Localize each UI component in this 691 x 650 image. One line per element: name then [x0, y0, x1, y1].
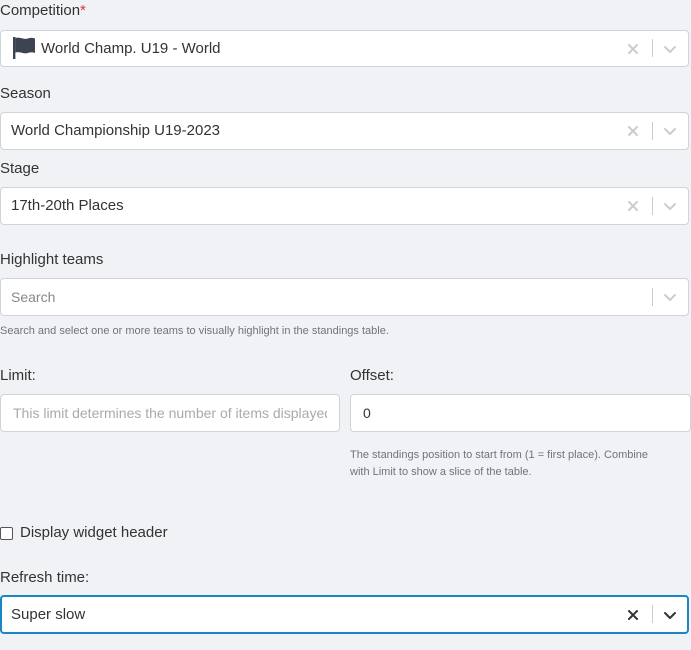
chevron-down-icon[interactable]: [658, 597, 682, 632]
divider: [652, 122, 653, 140]
highlight-teams-placeholder[interactable]: Search: [11, 279, 55, 315]
highlight-teams-select[interactable]: Search: [0, 278, 689, 316]
display-header-checkbox[interactable]: [0, 527, 13, 540]
offset-help: The standings position to start from (1 …: [350, 447, 648, 481]
competition-value: World Champ. U19 - World: [41, 40, 221, 57]
highlight-teams-help: Search and select one or more teams to v…: [0, 325, 389, 337]
display-header-label[interactable]: Display widget header: [20, 524, 168, 542]
chevron-down-icon[interactable]: [658, 31, 682, 66]
flag-icon: [12, 36, 36, 65]
season-label: Season: [0, 85, 51, 102]
stage-label: Stage: [0, 160, 40, 177]
competition-select[interactable]: World Champ. U19 - World: [0, 30, 689, 67]
chevron-down-icon[interactable]: [658, 279, 682, 315]
divider: [652, 288, 653, 306]
close-icon[interactable]: [621, 188, 645, 224]
competition-label: Competition*: [0, 2, 86, 19]
highlight-teams-label: Highlight teams: [0, 251, 104, 268]
stage-select[interactable]: 17th-20th Places: [0, 187, 689, 225]
stage-value: 17th-20th Places: [11, 197, 124, 214]
close-icon[interactable]: [621, 597, 645, 632]
season-value: World Championship U19-2023: [11, 122, 221, 139]
refresh-time-label: Refresh time:: [0, 569, 90, 586]
offset-label: Offset:: [350, 367, 394, 384]
chevron-down-icon[interactable]: [658, 188, 682, 224]
required-marker: *: [80, 2, 86, 19]
offset-help-line2: with Limit to show a slice of the table.: [350, 466, 532, 478]
divider: [652, 197, 653, 215]
limit-label: Limit:: [0, 367, 36, 384]
offset-help-line1: The standings position to start from (1 …: [350, 449, 649, 461]
chevron-down-icon[interactable]: [658, 113, 682, 149]
divider: [652, 605, 653, 623]
close-icon[interactable]: [621, 31, 645, 66]
offset-input[interactable]: [350, 394, 691, 432]
refresh-time-select[interactable]: Super slow: [0, 595, 689, 634]
divider: [652, 39, 653, 57]
close-icon[interactable]: [621, 113, 645, 149]
limit-input[interactable]: [0, 394, 340, 432]
season-select[interactable]: World Championship U19-2023: [0, 112, 689, 150]
refresh-time-value: Super slow: [11, 606, 86, 623]
